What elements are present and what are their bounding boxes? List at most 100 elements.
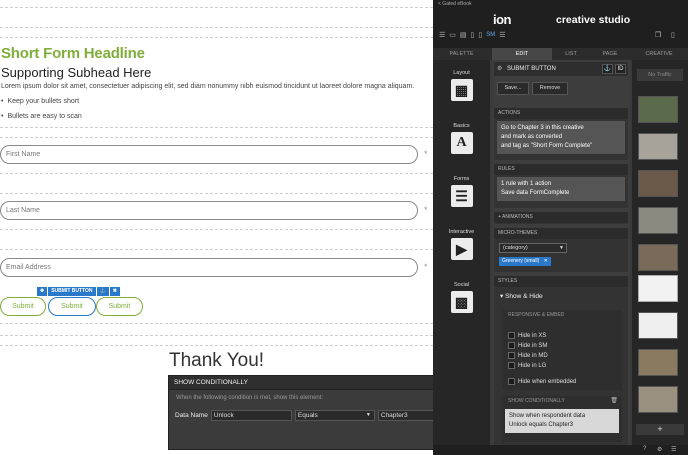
theme-chip[interactable]: Greenery (small) ✕	[499, 257, 551, 266]
menu-icon[interactable]: ☰	[671, 446, 676, 453]
desktop-icon[interactable]: ▭	[449, 31, 456, 39]
palette-label: Forms	[453, 176, 470, 182]
settings-icon[interactable]: ☰	[499, 31, 505, 39]
tab-palette[interactable]: PALETTE	[433, 48, 490, 60]
theme-chip-label: Greenery (small)	[502, 258, 540, 264]
page-headline[interactable]: Short Form Headline	[1, 45, 145, 62]
email-field[interactable]: Email Address	[0, 258, 418, 277]
remove-button[interactable]: Remove	[532, 82, 568, 95]
action-line: and mark as converted	[501, 134, 563, 140]
divider	[0, 27, 433, 28]
help-icon[interactable]: ?	[643, 446, 646, 452]
body-text[interactable]: Lorem ipsum dolor sit amet, consectetuer…	[1, 83, 414, 90]
actions-box[interactable]: Go to Chapter 3 in this creative and mar…	[497, 121, 625, 154]
palette-social[interactable]: Social ▩	[433, 282, 490, 313]
rules-box[interactable]: 1 rule with 1 action Save data FormCompl…	[497, 177, 625, 201]
form-icon: ☰	[450, 185, 473, 207]
tablet-icon[interactable]: ▯	[471, 31, 475, 39]
hide-sm-checkbox[interactable]: Hide in SM	[508, 342, 547, 349]
tab-list[interactable]: LIST	[552, 48, 590, 60]
first-name-field[interactable]: First Name	[0, 145, 418, 164]
element-header: ⚙ SUBMIT BUTTON ⚓ ID	[494, 62, 628, 76]
save-button[interactable]: Save...	[497, 82, 529, 95]
page-thumbnail[interactable]	[638, 349, 678, 376]
section-header: MICRO-THEMES	[494, 228, 628, 239]
last-name-field[interactable]: Last Name	[0, 201, 418, 220]
page-thumbnail[interactable]	[638, 170, 678, 197]
submit-button[interactable]: Submit	[96, 297, 143, 316]
page-thumbnail[interactable]	[638, 244, 678, 271]
palette-layout[interactable]: Layout ▦	[433, 70, 490, 101]
add-page-button[interactable]: +	[636, 424, 684, 435]
hide-embedded-checkbox[interactable]: Hide when embedded	[508, 378, 576, 385]
hide-md-checkbox[interactable]: Hide in MD	[508, 352, 548, 359]
tab-creative[interactable]: CREATIVE	[630, 48, 688, 60]
checkbox[interactable]	[508, 378, 515, 385]
page-thumbnail[interactable]	[638, 386, 678, 413]
page-thumbnail[interactable]	[638, 133, 678, 160]
checkbox-label: Hide in SM	[518, 342, 548, 349]
palette-label: Layout	[453, 70, 470, 76]
id-button[interactable]: ID	[615, 64, 626, 74]
trash-icon[interactable]: 🗑	[610, 397, 618, 404]
checkbox-label: Hide in XS	[518, 332, 547, 339]
palette-basics[interactable]: Basics A	[433, 123, 490, 154]
layers-icon[interactable]: ☰	[439, 31, 445, 39]
tab-edit[interactable]: EDIT	[492, 48, 552, 60]
anchor-icon[interactable]: ⚓	[602, 64, 613, 74]
page-thumbnail[interactable]	[638, 312, 678, 339]
divider	[0, 249, 433, 250]
actions-section: ACTIONS Go to Chapter 3 in this creative…	[494, 108, 628, 160]
palette-label: Basics	[453, 123, 470, 129]
animations-section[interactable]: + ANIMATIONS	[494, 212, 628, 224]
responsive-header: RESPONSIVE & EMBED	[508, 312, 565, 318]
trash-icon[interactable]: ✖	[109, 287, 120, 296]
submit-button[interactable]: Submit	[0, 297, 46, 316]
thank-you-heading[interactable]: Thank You!	[169, 350, 264, 372]
tab-page[interactable]: PAGE	[590, 48, 630, 60]
close-icon[interactable]: ✕	[544, 258, 548, 264]
operator-select[interactable]: Equals ▼	[294, 410, 375, 421]
checkbox-label: Hide in MD	[518, 352, 548, 359]
checkbox[interactable]	[508, 332, 515, 339]
hide-lg-checkbox[interactable]: Hide in LG	[508, 362, 546, 369]
submit-button-selected[interactable]: Submit	[48, 297, 96, 316]
category-select[interactable]: (category) ▼	[499, 243, 567, 253]
page-thumbnail[interactable]	[638, 207, 678, 234]
copy-icon[interactable]: ❐	[655, 31, 661, 39]
styles-section: STYLES ▾ Show & Hide RESPONSIVE & EMBED …	[494, 276, 628, 452]
section-header: + ANIMATIONS	[494, 212, 628, 223]
chevron-down-icon: ▾	[500, 293, 504, 300]
move-handle-icon[interactable]: ✥	[37, 287, 48, 296]
element-tag[interactable]: SUBMIT BUTTON	[48, 287, 96, 296]
hide-xs-checkbox[interactable]: Hide in XS	[508, 332, 546, 339]
gear-icon[interactable]: ⚙	[657, 446, 662, 453]
back-link[interactable]: < Gated eBook	[438, 1, 472, 7]
show-cond-box[interactable]: Show when respondent data Unlock equals …	[505, 409, 619, 433]
section-header: ACTIONS	[494, 108, 628, 119]
condition-row: Data Name Unlock Equals ▼ Chapter3	[175, 410, 461, 421]
checkbox[interactable]	[508, 362, 515, 369]
checkbox[interactable]	[508, 352, 515, 359]
palette-label: Social	[454, 282, 469, 288]
device-size-label[interactable]: SM	[486, 32, 495, 38]
show-hide-toggle[interactable]: ▾ Show & Hide	[500, 292, 543, 300]
link-icon[interactable]: ⚓	[96, 287, 109, 296]
bullet-item[interactable]: Keep your bullets short	[1, 98, 79, 105]
phone-icon[interactable]: ▯	[478, 31, 482, 39]
page-thumbnail[interactable]	[638, 96, 678, 123]
operator-value: Equals	[297, 412, 318, 419]
data-name-input[interactable]: Unlock	[210, 410, 292, 421]
palette-forms[interactable]: Forms ☰	[433, 176, 490, 207]
show-hide-label: Show & Hide	[505, 293, 543, 300]
page-thumbnail-selected[interactable]	[638, 275, 678, 302]
bullet-item[interactable]: Bullets are easy to scan	[1, 113, 81, 120]
divider	[0, 7, 433, 8]
checkbox[interactable]	[508, 342, 515, 349]
page-subhead[interactable]: Supporting Subhead Here	[1, 65, 151, 80]
mobile-preview-icon[interactable]: ▯	[671, 31, 675, 39]
brand-title: creative studio	[556, 14, 631, 26]
layout-icon: ▦	[450, 79, 473, 101]
laptop-icon[interactable]: ▤	[460, 31, 467, 39]
palette-interactive[interactable]: Interactive ▶	[433, 229, 490, 260]
